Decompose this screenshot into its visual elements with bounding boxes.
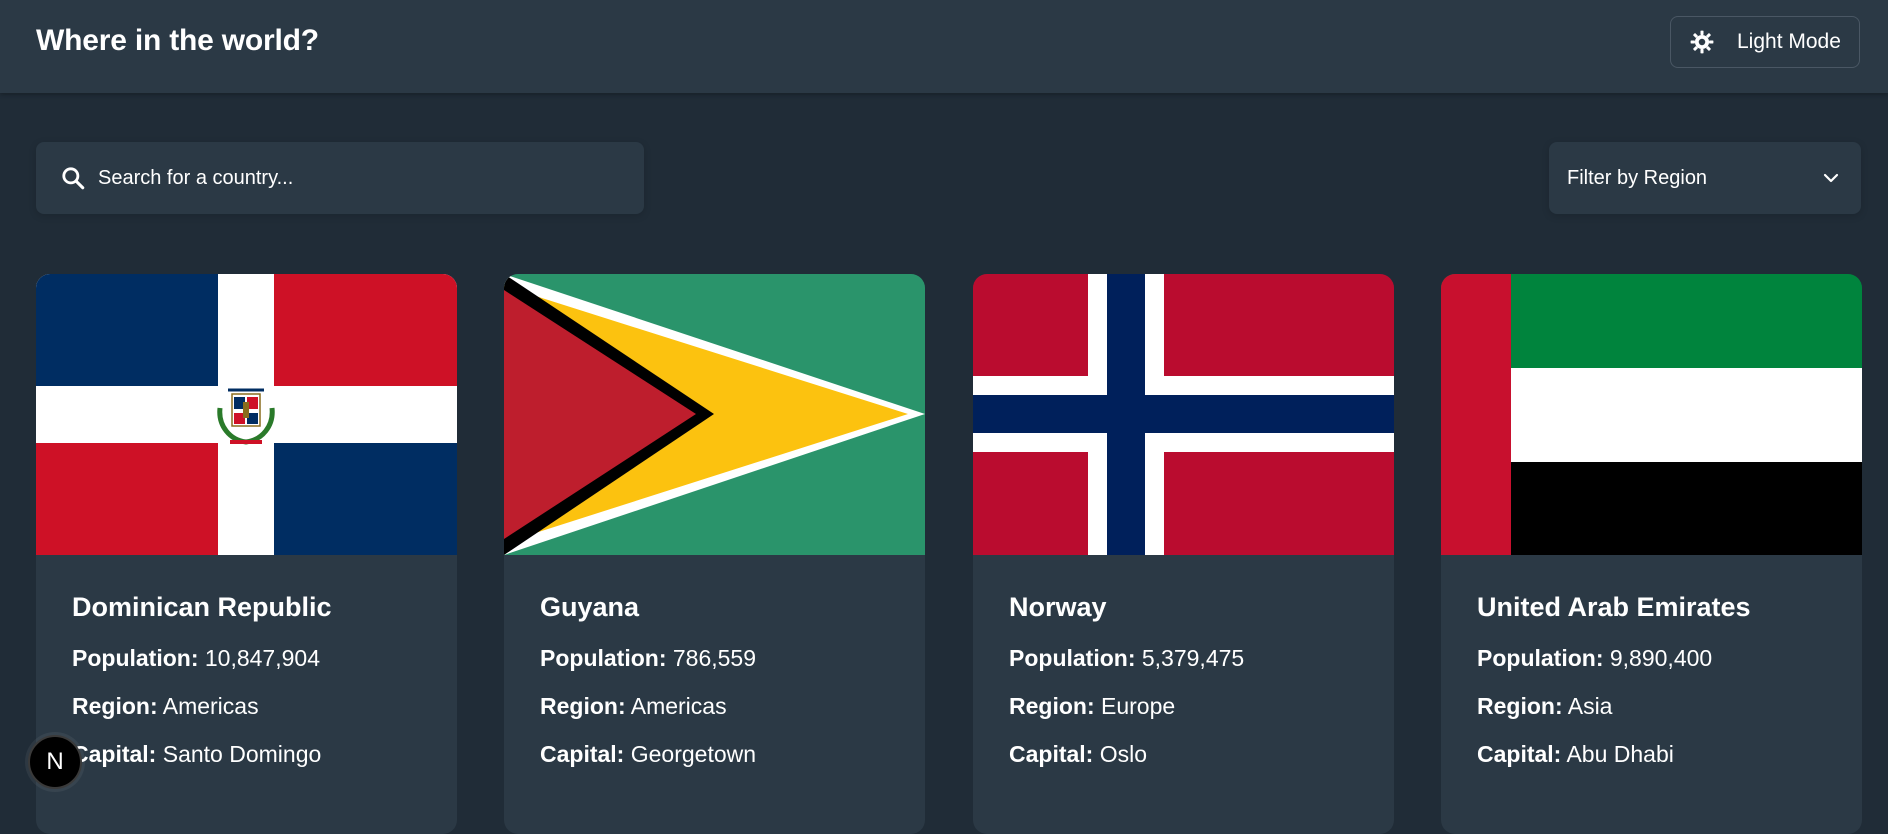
region-row: Region: Asia — [1477, 693, 1751, 719]
population-value: 9,890,400 — [1609, 645, 1713, 671]
search-input[interactable] — [96, 165, 600, 191]
card-body: Guyana Population: 786,559 Region: Ameri… — [540, 592, 756, 789]
capital-row: Capital: Santo Domingo — [72, 741, 332, 767]
population-row: Population: 9,890,400 — [1477, 645, 1751, 671]
country-name: Norway — [1009, 592, 1107, 622]
population-value: 786,559 — [672, 645, 757, 671]
region-label: Region: — [72, 693, 158, 719]
search-bar — [36, 142, 644, 214]
region-value: Americas — [162, 693, 259, 719]
population-label: Population: — [1009, 645, 1136, 671]
population-row: Population: 786,559 — [540, 645, 756, 671]
theme-toggle-button[interactable]: Light Mode — [1670, 16, 1860, 68]
country-card[interactable]: United Arab Emirates Population: 9,890,4… — [1441, 274, 1862, 834]
region-filter-label: Filter by Region — [1567, 166, 1708, 189]
flag-norway — [973, 274, 1394, 555]
app-title: Where in the world? — [36, 24, 319, 57]
nextjs-badge-letter: N — [46, 748, 64, 775]
capital-value: Abu Dhabi — [1566, 741, 1674, 767]
search-icon — [60, 165, 86, 191]
population-value: 10,847,904 — [204, 645, 320, 671]
region-row: Region: Europe — [1009, 693, 1244, 719]
chevron-down-icon — [1821, 168, 1841, 188]
sun-icon — [1689, 29, 1715, 55]
country-card[interactable]: Dominican Republic Population: 10,847,90… — [36, 274, 457, 834]
population-row: Population: 10,847,904 — [72, 645, 332, 671]
capital-row: Capital: Oslo — [1009, 741, 1244, 767]
card-body: Dominican Republic Population: 10,847,90… — [72, 592, 332, 789]
capital-label: Capital: — [1009, 741, 1094, 767]
theme-toggle-label: Light Mode — [1737, 30, 1841, 53]
capital-row: Capital: Georgetown — [540, 741, 756, 767]
region-label: Region: — [540, 693, 626, 719]
card-body: Norway Population: 5,379,475 Region: Eur… — [1009, 592, 1244, 789]
flag-dominican-republic — [36, 274, 457, 555]
country-card[interactable]: Norway Population: 5,379,475 Region: Eur… — [973, 274, 1394, 834]
nextjs-dev-badge[interactable]: N — [28, 735, 82, 789]
region-value: Europe — [1101, 693, 1176, 719]
capital-value: Georgetown — [630, 741, 757, 767]
card-body: United Arab Emirates Population: 9,890,4… — [1477, 592, 1751, 789]
country-name: Dominican Republic — [72, 592, 332, 622]
country-card[interactable]: Guyana Population: 786,559 Region: Ameri… — [504, 274, 925, 834]
population-value: 5,379,475 — [1141, 645, 1245, 671]
region-value: Asia — [1567, 693, 1613, 719]
capital-row: Capital: Abu Dhabi — [1477, 741, 1751, 767]
region-value: Americas — [630, 693, 727, 719]
country-name: Guyana — [540, 592, 640, 622]
capital-label: Capital: — [72, 741, 157, 767]
population-label: Population: — [540, 645, 667, 671]
population-label: Population: — [1477, 645, 1604, 671]
population-row: Population: 5,379,475 — [1009, 645, 1244, 671]
flag-united-arab-emirates — [1441, 274, 1862, 555]
population-label: Population: — [72, 645, 199, 671]
region-filter-dropdown[interactable]: Filter by Region — [1549, 142, 1861, 214]
flag-guyana — [504, 274, 925, 555]
region-label: Region: — [1009, 693, 1095, 719]
region-row: Region: Americas — [540, 693, 756, 719]
capital-label: Capital: — [1477, 741, 1562, 767]
capital-value: Santo Domingo — [162, 741, 322, 767]
app-header: Where in the world? Light Mode — [0, 0, 1888, 93]
region-label: Region: — [1477, 693, 1563, 719]
capital-value: Oslo — [1099, 741, 1148, 767]
region-row: Region: Americas — [72, 693, 332, 719]
country-name: United Arab Emirates — [1477, 592, 1751, 622]
capital-label: Capital: — [540, 741, 625, 767]
